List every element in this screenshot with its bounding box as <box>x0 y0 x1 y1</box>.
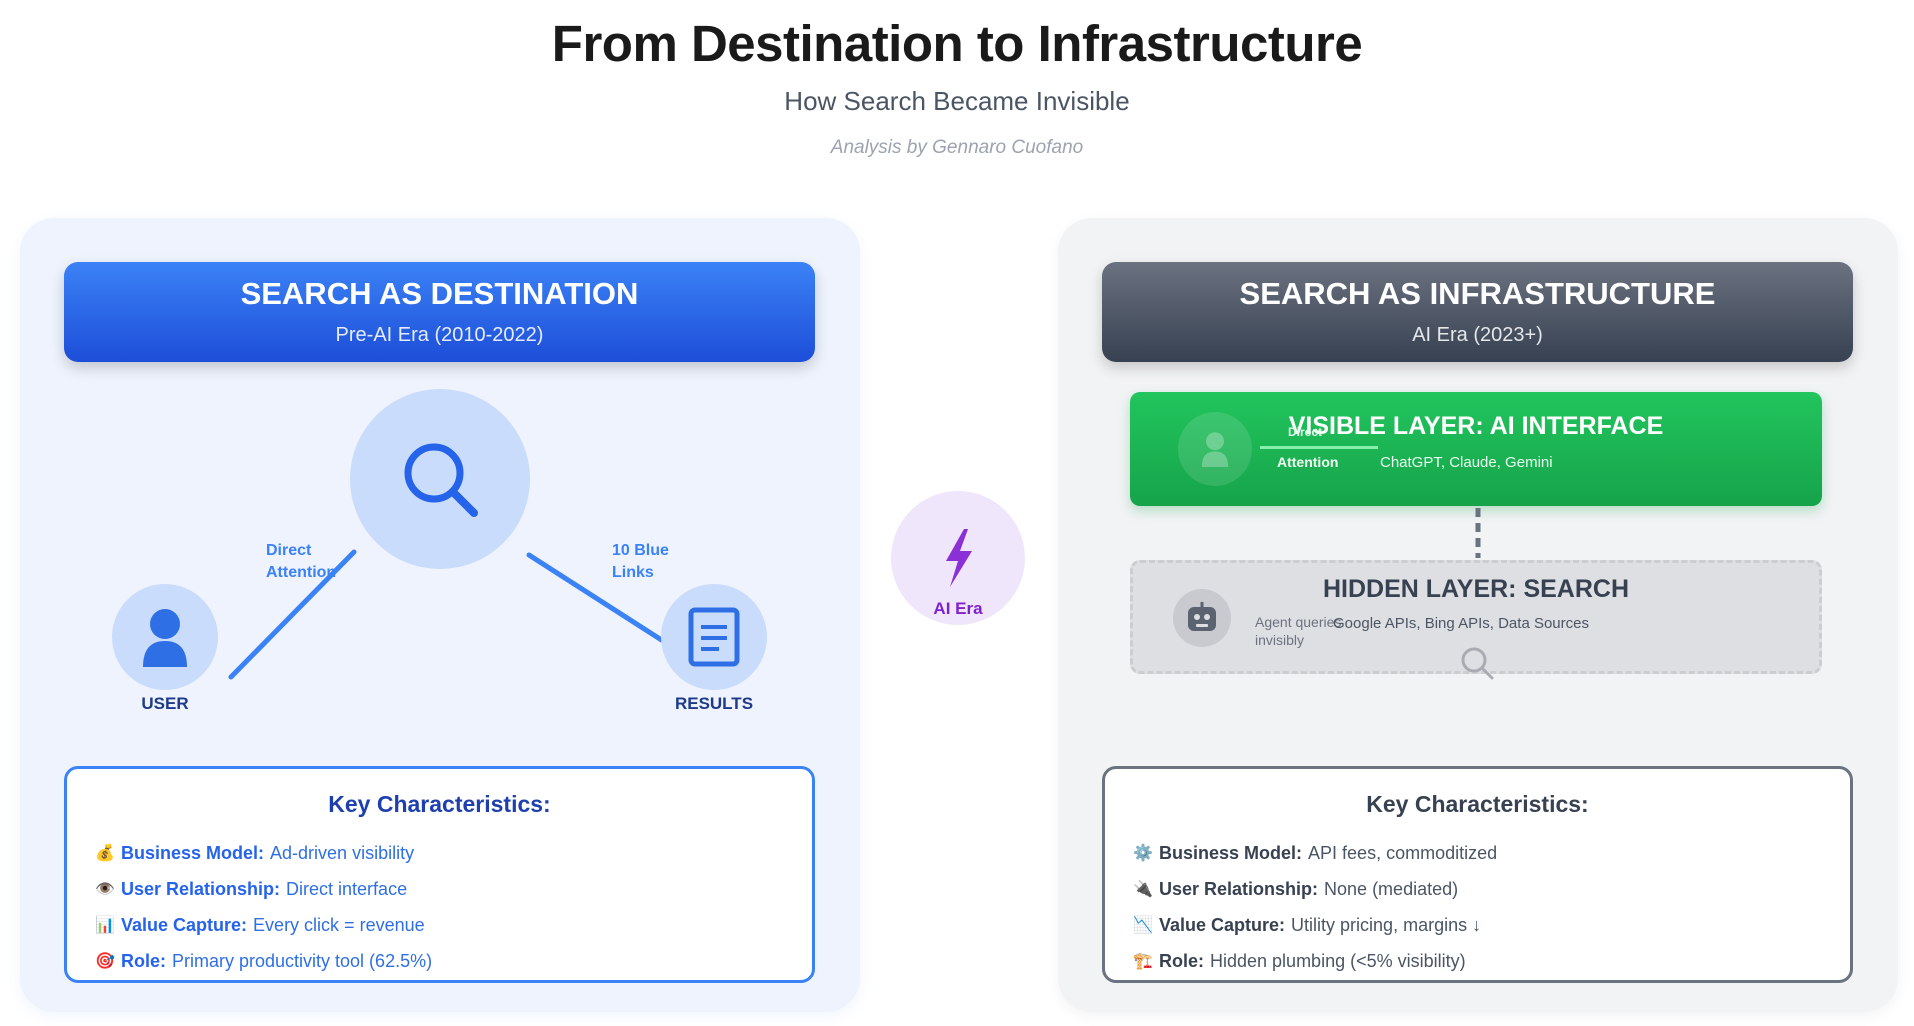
user-search-label-line2: Attention <box>266 564 337 581</box>
plug-icon: 🔌 <box>1133 881 1153 898</box>
item-label: Role: <box>1159 950 1204 971</box>
destination-banner-subtitle: Pre-AI Era (2010-2022) <box>335 324 544 346</box>
visible-layer-title: VISIBLE LAYER: AI INTERFACE <box>1288 412 1664 440</box>
item-value: Direct interface <box>286 878 408 899</box>
infrastructure-characteristics-title: Key Characteristics: <box>1366 791 1589 817</box>
item-label: User Relationship: <box>1159 878 1319 899</box>
list-item: ⚙️ Business Model: API fees, commoditized <box>1133 835 1833 871</box>
page-subtitle: How Search Became Invisible <box>784 86 1130 116</box>
magnifier-icon <box>404 443 478 517</box>
item-value: Utility pricing, margins ↓ <box>1291 914 1482 935</box>
faint-magnifier-icon <box>1461 647 1494 680</box>
user-search-edge-label: Direct Attention <box>266 540 336 584</box>
list-item: 💰 Business Model: Ad-driven visibility <box>95 835 795 871</box>
destination-panel: SEARCH AS DESTINATION Pre-AI Era (2010-2… <box>20 218 860 1012</box>
list-item: 📊 Value Capture: Every click = revenue <box>95 907 795 943</box>
destination-banner: SEARCH AS DESTINATION Pre-AI Era (2010-2… <box>64 262 815 362</box>
item-value: Primary productivity tool (62.5%) <box>172 950 433 971</box>
results-node-label: RESULTS <box>674 694 754 713</box>
layer-connector <box>1475 508 1481 558</box>
gear-icon: ⚙️ <box>1133 845 1153 862</box>
item-value: Hidden plumbing (<5% visibility) <box>1210 950 1466 971</box>
user-search-label-line1: Direct <box>266 542 312 559</box>
item-label: Value Capture: <box>1159 914 1286 935</box>
document-icon <box>688 607 740 667</box>
visible-layer-box: VISIBLE LAYER: AI INTERFACE Direct Atten… <box>1130 392 1822 506</box>
list-item: 📉 Value Capture: Utility pricing, margins … <box>1133 907 1833 943</box>
infrastructure-characteristics: Key Characteristics: ⚙️ Business Model: AP… <box>1102 766 1853 983</box>
item-label: Business Model: <box>1159 842 1303 863</box>
attention-line <box>1260 446 1378 449</box>
destination-characteristics: Key Characteristics: 💰 Business Model: Ad-… <box>64 766 815 983</box>
search-results-label-line2: Links <box>612 564 654 581</box>
list-item: 🔌 User Relationship: None (mediated) <box>1133 871 1833 907</box>
destination-characteristics-list: 💰 Business Model: Ad-driven visibility 👁️ U… <box>95 835 795 979</box>
author-credit: Analysis by Gennaro Cuofano <box>830 137 1084 158</box>
item-value: None (mediated) <box>1324 878 1459 899</box>
agent-note-line2: invisibly <box>1255 632 1305 648</box>
infrastructure-characteristics-list: ⚙️ Business Model: API fees, commoditized … <box>1133 835 1833 979</box>
user-node-label: USER <box>141 694 189 713</box>
infrastructure-banner: SEARCH AS INFRASTRUCTURE AI Era (2023+) <box>1102 262 1853 362</box>
robot-icon <box>1188 602 1216 631</box>
destination-banner-title: SEARCH AS DESTINATION <box>240 276 639 311</box>
list-item: 👁️ User Relationship: Direct interface <box>95 871 795 907</box>
construction-icon: 🏗️ <box>1133 953 1153 970</box>
item-value: API fees, commoditized <box>1308 842 1498 863</box>
user-icon <box>143 609 187 667</box>
eye-icon: 👁️ <box>95 881 115 898</box>
infrastructure-banner-title: SEARCH AS INFRASTRUCTURE <box>1239 276 1716 311</box>
results-node <box>661 584 767 690</box>
item-label: Role: <box>121 950 166 971</box>
visible-layer-subtitle: ChatGPT, Claude, Gemini <box>1380 454 1553 471</box>
search-results-label-line1: 10 Blue <box>612 542 669 559</box>
page-title: From Destination to Infrastructure <box>551 15 1363 72</box>
list-item: 🎯 Role: Primary productivity tool (62.5%) <box>95 943 795 979</box>
list-item: 🏗️ Role: Hidden plumbing (<5% visibility) <box>1133 943 1833 979</box>
target-icon: 🎯 <box>95 953 115 970</box>
hidden-layer-title: HIDDEN LAYER: SEARCH <box>1322 575 1630 603</box>
item-label: User Relationship: <box>121 878 281 899</box>
item-label: Value Capture: <box>121 914 248 935</box>
visible-attention-label-b: Attention <box>1277 454 1339 470</box>
hidden-layer-box: HIDDEN LAYER: SEARCH Agent queries invis… <box>1130 560 1822 680</box>
ai-era-transition: AI Era <box>891 491 1025 625</box>
bar-chart-icon: 📊 <box>95 917 115 934</box>
ai-era-label: AI Era <box>933 599 983 618</box>
infrastructure-banner-subtitle: AI Era (2023+) <box>1412 324 1543 346</box>
visible-attention-label-a: Direct <box>1288 425 1323 439</box>
search-results-edge-label: 10 Blue Links <box>612 540 669 584</box>
infrastructure-panel: SEARCH AS INFRASTRUCTURE AI Era (2023+) … <box>1058 218 1898 1012</box>
destination-characteristics-title: Key Characteristics: <box>328 791 551 817</box>
item-value: Ad-driven visibility <box>270 842 415 863</box>
hidden-layer-subtitle: Google APIs, Bing APIs, Data Sources <box>1333 615 1589 632</box>
money-bag-icon: 💰 <box>95 845 115 862</box>
item-label: Business Model: <box>121 842 265 863</box>
item-value: Every click = revenue <box>253 914 425 935</box>
search-node <box>350 389 530 569</box>
lightning-icon <box>946 529 972 587</box>
chart-down-icon: 📉 <box>1133 917 1153 934</box>
user-node <box>112 584 218 690</box>
